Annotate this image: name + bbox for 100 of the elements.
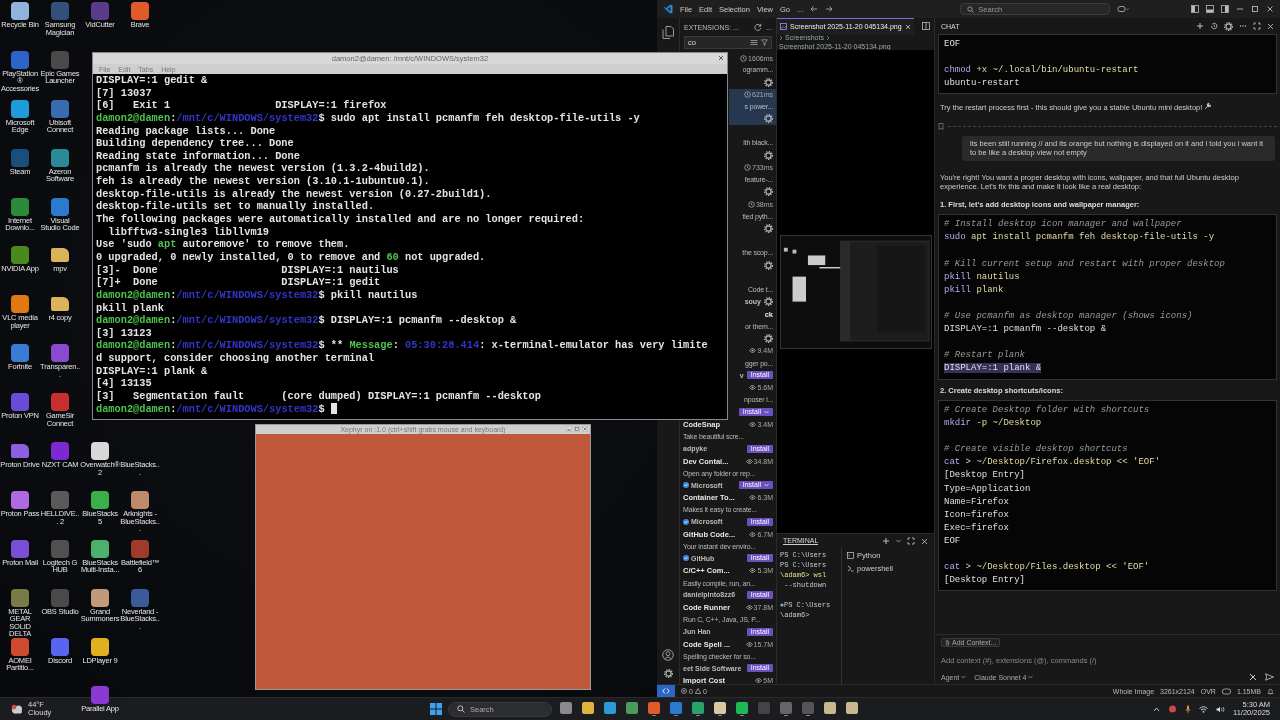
code-line: pkill nautilus — [944, 271, 1020, 282]
files-icon[interactable] — [662, 26, 674, 39]
account-icon[interactable] — [662, 649, 674, 661]
app-icon[interactable] — [11, 295, 29, 314]
app-icon[interactable] — [11, 637, 29, 656]
forward-arrow-icon[interactable] — [825, 5, 834, 13]
settings-icon[interactable] — [764, 77, 773, 87]
app-icon[interactable] — [91, 539, 109, 558]
app-icon[interactable] — [11, 588, 29, 607]
app-icon[interactable] — [11, 344, 29, 363]
tools-icon[interactable] — [1249, 673, 1257, 681]
terminal-line: damon2@damen:/mnt/c/WINDOWS/system32$ ** Message: 05:30:28.414: x-terminal-emulator has very limite — [96, 339, 709, 353]
settings-icon[interactable] — [764, 150, 773, 160]
app-icon[interactable] — [91, 637, 109, 656]
microphone-icon[interactable] — [1185, 705, 1191, 713]
app-icon[interactable] — [91, 490, 109, 509]
layout-icon[interactable] — [1221, 5, 1229, 13]
app-logo-icon[interactable] — [663, 4, 673, 14]
terminal-line: pcmanfm is already the newest version (1.3.2-4build2). — [96, 162, 431, 176]
taskbar-app[interactable] — [602, 701, 618, 717]
terminal-line: Use 'sudo apt autoremove' to remove them. — [96, 238, 351, 251]
taskbar-app[interactable] — [624, 701, 640, 717]
settings-icon[interactable] — [764, 187, 773, 197]
app-icon[interactable] — [11, 2, 29, 20]
terminal-line: damon2@damen:/mnt/c/WINDOWS/system32$ sudo apt install pcmanfm feh desktop-file-utils -y — [96, 111, 641, 125]
bell-icon[interactable] — [1267, 687, 1274, 695]
code-line: cat > ~/Desktop/Files.desktop << 'EOF' — [944, 562, 1150, 573]
filter-list-icon[interactable] — [750, 39, 758, 46]
taskbar-app[interactable] — [734, 701, 750, 717]
eye-icon — [745, 457, 753, 465]
taskbar-app[interactable] — [844, 701, 860, 717]
copilot-icon[interactable] — [1117, 5, 1130, 13]
app-icon[interactable] — [11, 490, 29, 509]
image-file-icon — [780, 23, 787, 30]
split-editor-icon[interactable] — [922, 22, 930, 30]
eye-icon — [755, 677, 763, 684]
layout-icon[interactable] — [1191, 5, 1199, 13]
close-icon[interactable] — [718, 55, 724, 61]
settings-icon[interactable] — [663, 669, 673, 678]
app-icon[interactable] — [51, 148, 69, 167]
settings-icon[interactable] — [1224, 21, 1233, 31]
code-line: # Install desktop icon manager and wallpaper — [944, 219, 1182, 230]
terminal-line: feh is already the newest version (3.10.1-1ubuntu0.1). — [96, 175, 431, 188]
add-icon[interactable] — [882, 537, 890, 545]
app-icon[interactable] — [11, 197, 29, 216]
clock-icon — [744, 164, 751, 172]
terminal-line: DISPLAY=:1 plank & — [96, 364, 209, 378]
warning-icon — [694, 688, 701, 694]
taskbar-app[interactable] — [646, 701, 662, 717]
send-icon[interactable] — [1265, 673, 1274, 681]
back-arrow-icon[interactable] — [810, 5, 819, 13]
app-icon[interactable] — [51, 197, 69, 216]
refresh-icon[interactable] — [754, 23, 763, 31]
app-icon[interactable] — [91, 442, 109, 460]
code-line: # Kill current setup and restart with proper desktop — [944, 258, 1225, 269]
taskbar-app[interactable] — [712, 701, 728, 717]
bookmark-icon[interactable] — [938, 122, 944, 130]
settings-icon[interactable] — [764, 114, 773, 124]
settings-icon[interactable] — [764, 297, 773, 307]
taskbar-app[interactable] — [690, 701, 706, 717]
clock-icon — [747, 200, 755, 208]
terminal-line: Building dependency tree... Done — [96, 137, 295, 150]
history-icon[interactable] — [1210, 22, 1218, 30]
start-icon[interactable] — [430, 703, 442, 715]
caret-icon[interactable] — [896, 539, 901, 543]
shell-icon — [847, 565, 854, 572]
volume-icon[interactable] — [1216, 705, 1225, 713]
chevron-up-icon[interactable] — [1153, 706, 1160, 712]
settings-icon[interactable] — [764, 223, 773, 233]
terminal-line: 0 upgraded, 0 newly installed, 0 to remove and 60 not upgraded. — [96, 250, 487, 264]
more-icon[interactable] — [1239, 22, 1247, 30]
taskbar-app[interactable] — [580, 701, 596, 717]
code-line: [Desktop Entry] — [944, 575, 1025, 586]
terminal-line: [6] Exit 1 DISPLAY=:1 firefox — [96, 99, 388, 112]
app-icon[interactable] — [11, 99, 29, 118]
code-line: # Create visible desktop shortcuts — [944, 444, 1128, 455]
settings-icon[interactable] — [764, 260, 773, 270]
terminal-line: desktop-file-utils is already the newest version (0.27-2build1). — [96, 187, 493, 201]
terminal-line: [4] 13135 — [96, 377, 153, 390]
minimize-icon[interactable] — [1236, 5, 1244, 13]
layout-icon[interactable] — [1206, 5, 1214, 13]
filter-icon[interactable] — [761, 39, 768, 46]
eye-icon — [749, 383, 757, 391]
code-line: # Restart plank — [944, 350, 1025, 361]
app-icon[interactable] — [91, 588, 109, 607]
taskbar-app[interactable] — [822, 701, 838, 717]
copilot-icon[interactable] — [1221, 687, 1231, 695]
remote-button[interactable] — [657, 685, 675, 697]
app-icon[interactable] — [11, 246, 29, 265]
app-icon[interactable] — [51, 637, 69, 656]
app-icon[interactable] — [131, 490, 149, 509]
terminal-line: damon2@damen:/mnt/c/WINDOWS/system32$ pkill nautilus — [96, 288, 419, 302]
eye-icon — [749, 494, 757, 502]
wifi-icon[interactable] — [1199, 705, 1208, 713]
terminal-line: DISPLAY=:1 gedit & — [96, 74, 209, 87]
network-icon[interactable] — [1168, 705, 1177, 713]
add-icon[interactable] — [1196, 22, 1204, 30]
terminal-line: [3] Segmentation fault (core dumped) DISPLAY=:1 pcmanfm --desktop — [96, 390, 542, 403]
taskbar-app[interactable] — [558, 701, 574, 717]
settings-icon[interactable] — [764, 333, 773, 343]
